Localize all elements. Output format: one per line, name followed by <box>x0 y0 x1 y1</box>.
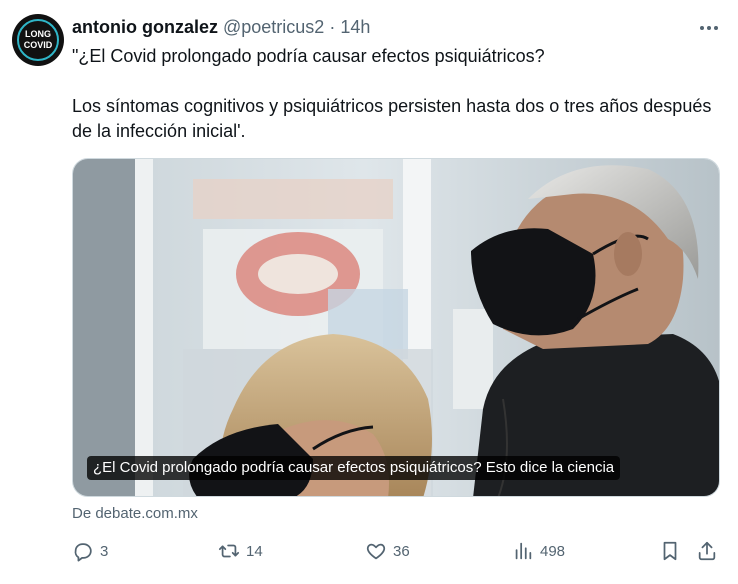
views-button[interactable]: 498 <box>512 538 565 564</box>
action-bar: 3 14 36 498 <box>72 538 722 564</box>
separator-dot: · <box>329 17 336 37</box>
retweet-count: 14 <box>246 542 263 560</box>
bookmark-icon <box>663 541 677 561</box>
more-horizontal-icon[interactable] <box>694 14 724 42</box>
tweet-header: antonio gonzalez @poetricus2 · 14h <box>72 17 370 39</box>
share-icon <box>698 541 716 561</box>
bookmark-button[interactable] <box>659 538 681 564</box>
like-count: 36 <box>393 542 410 560</box>
views-count: 498 <box>540 542 566 560</box>
author-name[interactable]: antonio gonzalez <box>72 17 218 38</box>
retweet-button[interactable]: 14 <box>218 538 263 564</box>
link-card[interactable]: ¿El Covid prolongado podría causar efect… <box>72 158 720 497</box>
reply-count: 3 <box>100 542 109 560</box>
heart-icon <box>366 543 386 560</box>
like-button[interactable]: 36 <box>365 538 410 564</box>
card-photo <box>73 159 719 496</box>
reply-icon <box>74 543 92 562</box>
tweet-text-line-1: "¿El Covid prolongado podría causar efec… <box>72 46 545 66</box>
card-caption: ¿El Covid prolongado podría causar efect… <box>87 456 621 480</box>
analytics-icon <box>515 542 532 560</box>
author-handle[interactable]: @poetricus2 <box>223 17 324 38</box>
avatar-line-1: LONG <box>25 29 51 39</box>
share-button[interactable] <box>696 538 718 564</box>
reply-button[interactable]: 3 <box>72 538 108 564</box>
retweet-icon <box>218 544 240 558</box>
avatar[interactable]: LONG COVID <box>12 14 64 66</box>
tweet-text: "¿El Covid prolongado podría causar efec… <box>72 44 712 144</box>
avatar-line-2: COVID <box>23 40 53 50</box>
timestamp[interactable]: 14h <box>340 17 370 38</box>
tweet-text-line-2: Los síntomas cognitivos y psiquiátricos … <box>72 96 712 141</box>
card-source[interactable]: De debate.com.mx <box>72 505 198 522</box>
tweet[interactable]: LONG COVID antonio gonzalez @poetricus2 … <box>0 0 738 584</box>
